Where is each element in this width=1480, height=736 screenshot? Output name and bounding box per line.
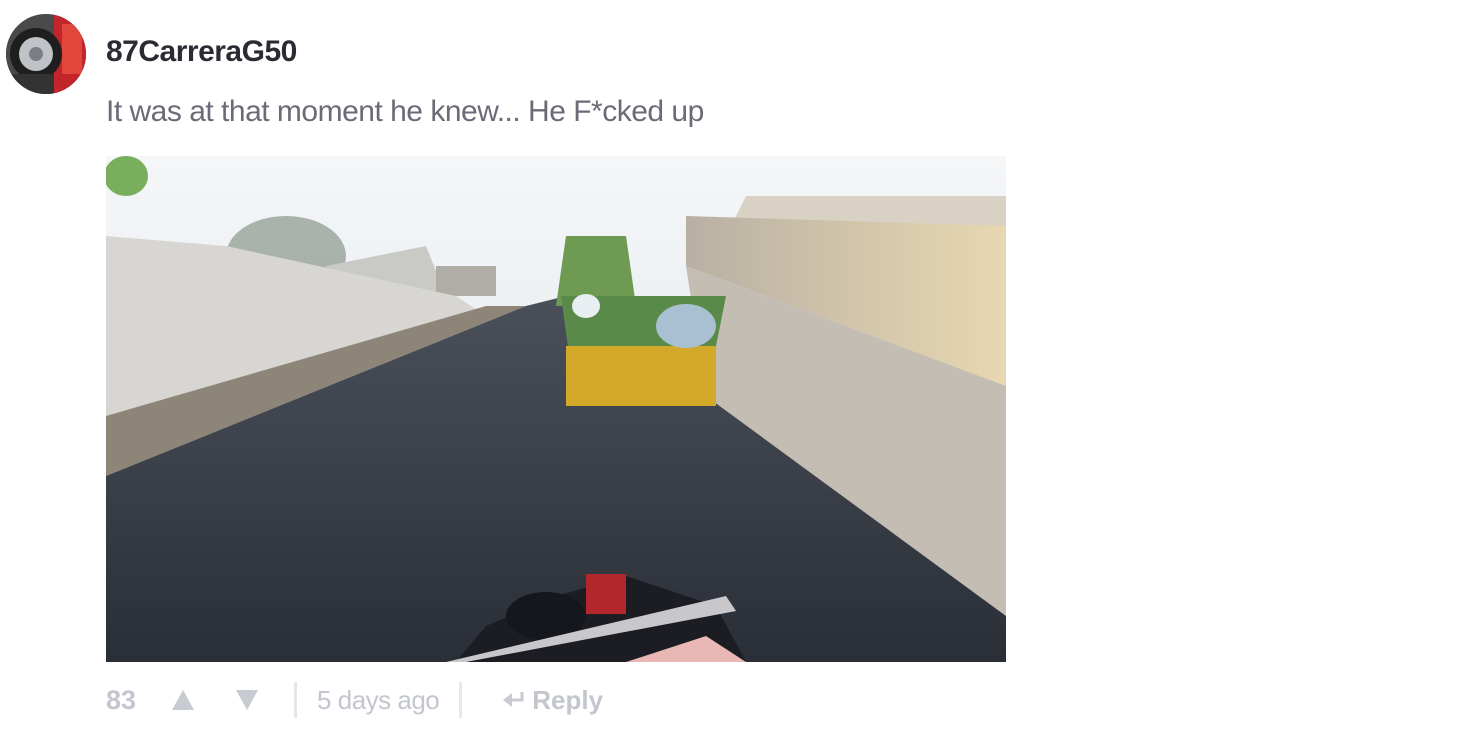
comment-text: It was at that moment he knew... He F*ck… (106, 95, 704, 128)
reply-arrow-icon (503, 692, 524, 707)
downvote-button[interactable] (230, 683, 264, 717)
divider (294, 682, 298, 718)
user-avatar[interactable] (6, 14, 86, 94)
triangle-up-icon (172, 690, 195, 710)
reply-label: Reply (532, 684, 604, 715)
avatar-image (6, 14, 86, 94)
upvote-button[interactable] (166, 683, 200, 717)
comment-actions: 83 5 days ago Reply (106, 680, 603, 720)
comment: 87CarreraG50 It was at that moment he kn… (0, 0, 1480, 736)
video-frame (106, 156, 1006, 662)
triangle-down-icon (236, 690, 259, 710)
username[interactable]: 87CarreraG50 (106, 32, 297, 72)
reply-button[interactable]: Reply (502, 685, 603, 716)
timestamp[interactable]: 5 days ago (317, 685, 440, 716)
video-thumbnail[interactable] (106, 156, 1006, 662)
score: 83 (106, 684, 137, 715)
divider (459, 682, 463, 718)
